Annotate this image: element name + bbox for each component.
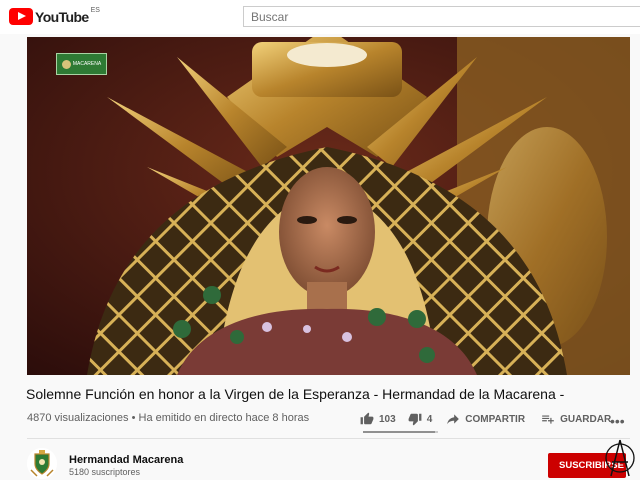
- share-arrow-icon: [447, 414, 460, 425]
- subscriber-count: 5180 suscriptores: [69, 467, 141, 477]
- thumbs-up-icon: [360, 412, 374, 425]
- youtube-play-icon: [9, 8, 33, 25]
- share-label: COMPARTIR: [465, 413, 526, 425]
- more-horizontal-icon[interactable]: •••: [610, 413, 625, 429]
- video-actions: 103 4 COMPARTIR GUARDAR: [360, 410, 611, 428]
- compass-stamp-icon: [605, 439, 635, 477]
- like-count: 103: [379, 413, 396, 425]
- crest-icon: [27, 448, 57, 479]
- masthead: YouTube ES: [0, 0, 640, 34]
- video-player[interactable]: MACARENA: [27, 37, 630, 375]
- watermark-text: MACARENA: [72, 61, 102, 67]
- meta-separator: •: [131, 412, 136, 424]
- sentiment-bar-fill: [363, 431, 435, 433]
- logo-country-code: ES: [90, 7, 100, 14]
- video-title: Solemne Función en honor a la Virgen de …: [26, 386, 565, 402]
- share-button[interactable]: COMPARTIR: [446, 412, 525, 426]
- search-input[interactable]: [243, 6, 640, 27]
- channel-avatar[interactable]: [27, 448, 57, 479]
- crest-icon: [61, 59, 71, 69]
- divider: [27, 438, 630, 439]
- channel-name[interactable]: Hermandad Macarena: [69, 454, 183, 466]
- thumbs-down-icon: [408, 413, 422, 426]
- youtube-logo[interactable]: YouTube ES: [9, 7, 100, 25]
- dislike-button[interactable]: 4: [408, 412, 433, 426]
- playlist-add-icon: [542, 415, 554, 424]
- like-button[interactable]: 103: [360, 412, 396, 426]
- save-button[interactable]: GUARDAR: [541, 412, 611, 426]
- view-count: 4870 visualizaciones: [27, 412, 129, 424]
- stream-date: Ha emitido en directo hace 8 horas: [138, 412, 310, 424]
- save-label: GUARDAR: [560, 413, 612, 425]
- logo-text: YouTube: [35, 8, 89, 25]
- dislike-count: 4: [426, 413, 433, 425]
- channel-watermark-badge: MACARENA: [56, 53, 107, 75]
- video-meta: 4870 visualizaciones • Ha emitido en dir…: [27, 412, 309, 424]
- video-frame-image: [27, 37, 630, 375]
- sentiment-bar: [363, 431, 438, 433]
